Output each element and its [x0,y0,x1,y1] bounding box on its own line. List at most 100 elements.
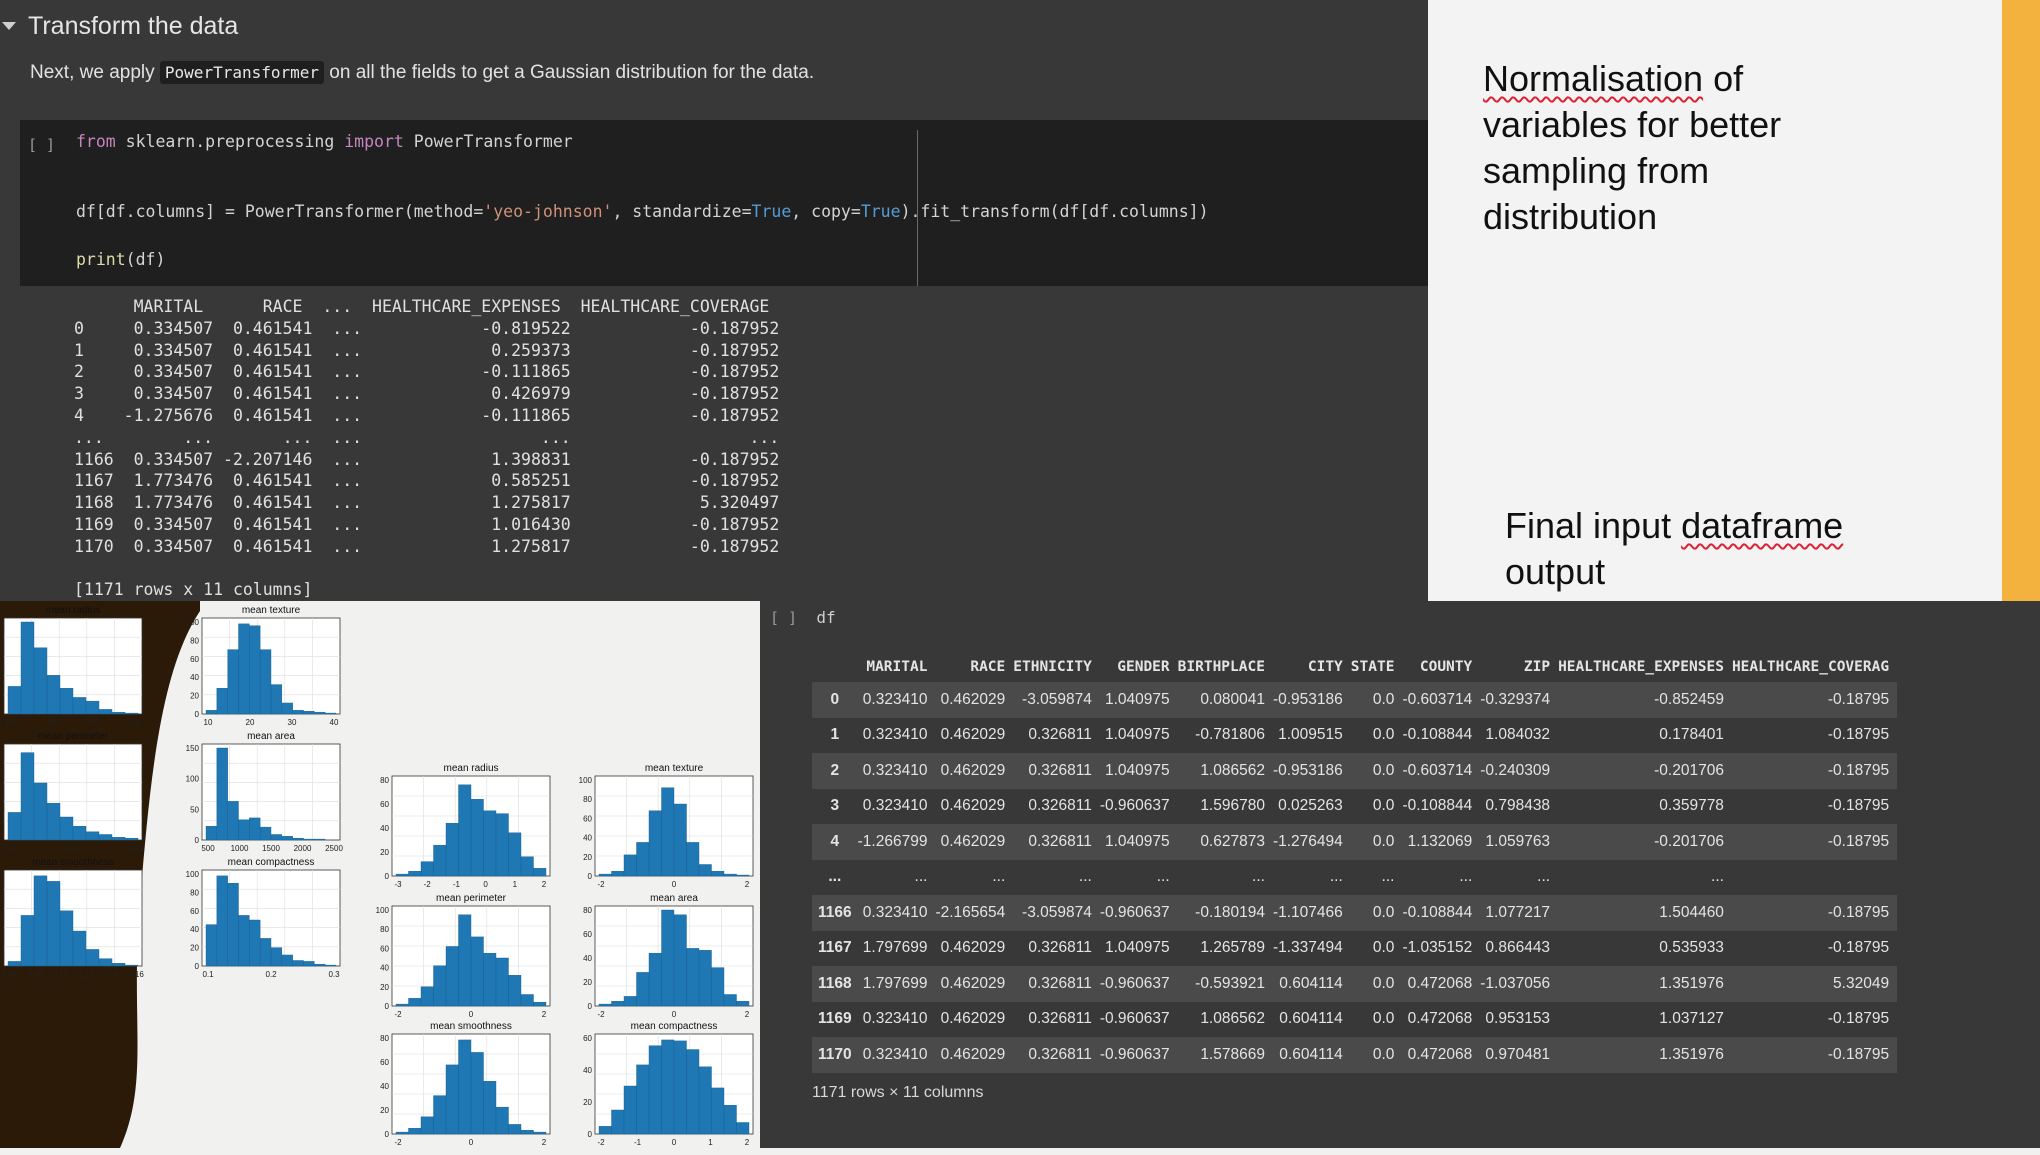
table-cell: ... [1156,868,1170,886]
histogram-bar [259,938,272,967]
table-cell: 1.265789 [1200,939,1265,957]
output-line: 3 0.334507 0.461541 ... 0.426979 -0.1879… [74,384,780,404]
note2-start: Final input [1505,505,1682,546]
table-cell: 0.323410 [862,1010,928,1028]
histogram-bar [85,831,100,841]
column-header: BIRTHPLACE [1177,659,1265,675]
histogram-bar [281,702,293,715]
histogram-bar [98,958,113,967]
table-cell: 0.323410 [862,797,928,815]
table-cell: 0.970481 [1480,1037,1559,1073]
histogram-chart: mean smoothness -2 0 2 0 20 40 60 80 [370,1020,558,1155]
histogram-bar [270,684,283,715]
y-tick-label: 100 [186,618,200,627]
collapse-caret-icon[interactable] [2,22,16,30]
output-line: 1170 0.334507 0.461541 ... 1.275817 -0.1… [74,536,780,556]
histogram-bar [314,963,326,967]
table-header-row: MARITAL RACE ETHNICITY GENDER BIRTHPLACE CITY… [812,652,1897,682]
histogram-title: mean texture [242,605,301,616]
x-tick-label: 0.1 [202,970,214,979]
x-tick-label: 25 [132,718,141,727]
table-cell: -0.108844 [1402,797,1473,815]
table-cell: -0.240309 [1480,753,1559,789]
histogram-bar [72,825,87,841]
df-cell[interactable]: [ ] df [770,608,836,627]
x-tick-label: 0.2 [265,970,277,979]
column-header: STATE [1350,659,1395,675]
histogram-bar [623,854,637,877]
histogram-chart: mean area 500 1000 1500 2000 2500 0 50 100 150 [180,730,348,861]
histogram-bar [533,1001,547,1007]
y-tick-label: 0 [385,872,390,881]
table-cell: -0.18795 [1827,939,1890,957]
table-cell: 1.132069 [1402,824,1481,860]
histogram-title: mean smoothness [430,1021,512,1032]
histogram-bar [520,1129,534,1135]
histogram-bar [445,823,459,877]
histogram-bar [520,856,534,877]
table-cell: -0.108844 [1402,726,1473,744]
histogram-chart: mean smoothness 0.06 0.08 0.10 0.12 0.14 0.16 [0,856,150,987]
table-cell: 0.0 [1372,1010,1395,1028]
histogram-bar [673,803,687,877]
y-tick-label: 20 [190,944,199,953]
histogram-bar [281,954,293,967]
table-cell: 0.866443 [1485,939,1551,957]
y-tick-label: 60 [190,655,199,664]
histogram-title: mean perimeter [38,731,109,742]
table-cell: ... [1537,868,1551,886]
x-tick-label: 10 [204,718,213,727]
histogram-bar [495,957,509,1007]
histogram-bar [270,834,283,841]
histogram-bar [20,915,35,967]
histogram-bar [673,1040,687,1135]
intro-before: Next, we apply [30,62,160,83]
x-tick-label: 0 [672,1138,677,1147]
histogram-bar [292,710,304,715]
table-cell: 0.462029 [935,824,1014,860]
table-cell: -0.329374 [1480,682,1559,718]
table-cell: 0.326811 [1013,966,1100,1002]
table-cell: 1.040975 [1105,939,1170,957]
y-tick-label: 0 [385,1002,390,1011]
table-row: 1169 0.323410 0.462029 0.326811 -0.960637 1.0… [812,1002,1897,1038]
text-cursor [917,130,918,286]
table-cell: 0.462029 [935,966,1014,1002]
output-line: 2 0.334507 0.461541 ... -0.111865 -0.187… [74,362,780,382]
table-cell: 0.535933 [1659,939,1724,957]
intro-after: on all the fields to get a Gaussian dist… [324,62,815,83]
x-tick-label: 150 [129,844,143,853]
histogram-bar [238,915,250,967]
code-line-import: from sklearn.preprocessing import PowerT… [76,132,573,151]
histogram-bar [395,873,409,877]
table-cell: 0.323410 [857,682,936,718]
histogram-bar [648,810,662,877]
y-tick-label: 20 [380,1106,389,1115]
histogram-bar [205,710,218,715]
x-tick-label: 2 [745,880,750,889]
cell-output: MARITAL RACE ... HEALTHCARE_EXPENSES HEA… [74,296,779,601]
section-header[interactable]: Transform the data [0,8,238,44]
output-line: 1166 0.334507 -2.207146 ... 1.398831 -0.… [74,449,780,469]
table-cell: 0.326811 [1013,753,1100,789]
row-index: 1 [830,726,840,744]
x-tick-label: 0.08 [27,970,43,979]
histogram-bar [520,994,534,1007]
x-tick-label: 10 [6,718,15,727]
table-cell: -1.337494 [1272,939,1343,957]
column-header: ZIP [1523,659,1551,675]
histogram-bar [673,914,687,1007]
histogram-title: mean perimeter [436,893,507,904]
output-line: MARITAL RACE ... HEALTHCARE_EXPENSES HEA… [74,297,770,316]
histogram-bar [216,875,228,967]
y-tick-label: 60 [583,930,592,939]
y-tick-label: 80 [380,925,389,934]
x-tick-label: 50 [6,844,15,853]
df-run-bracket[interactable]: [ ] [770,609,797,627]
histogram-bar [648,1045,662,1135]
histogram-bar [259,649,272,715]
table-cell: -0.960637 [1099,966,1178,1002]
output-line: [1171 rows x 11 columns] [74,580,313,600]
code-cell[interactable]: [ ] from sklearn.preprocessing import Po… [20,120,1428,286]
run-cell-bracket[interactable]: [ ] [28,136,55,154]
